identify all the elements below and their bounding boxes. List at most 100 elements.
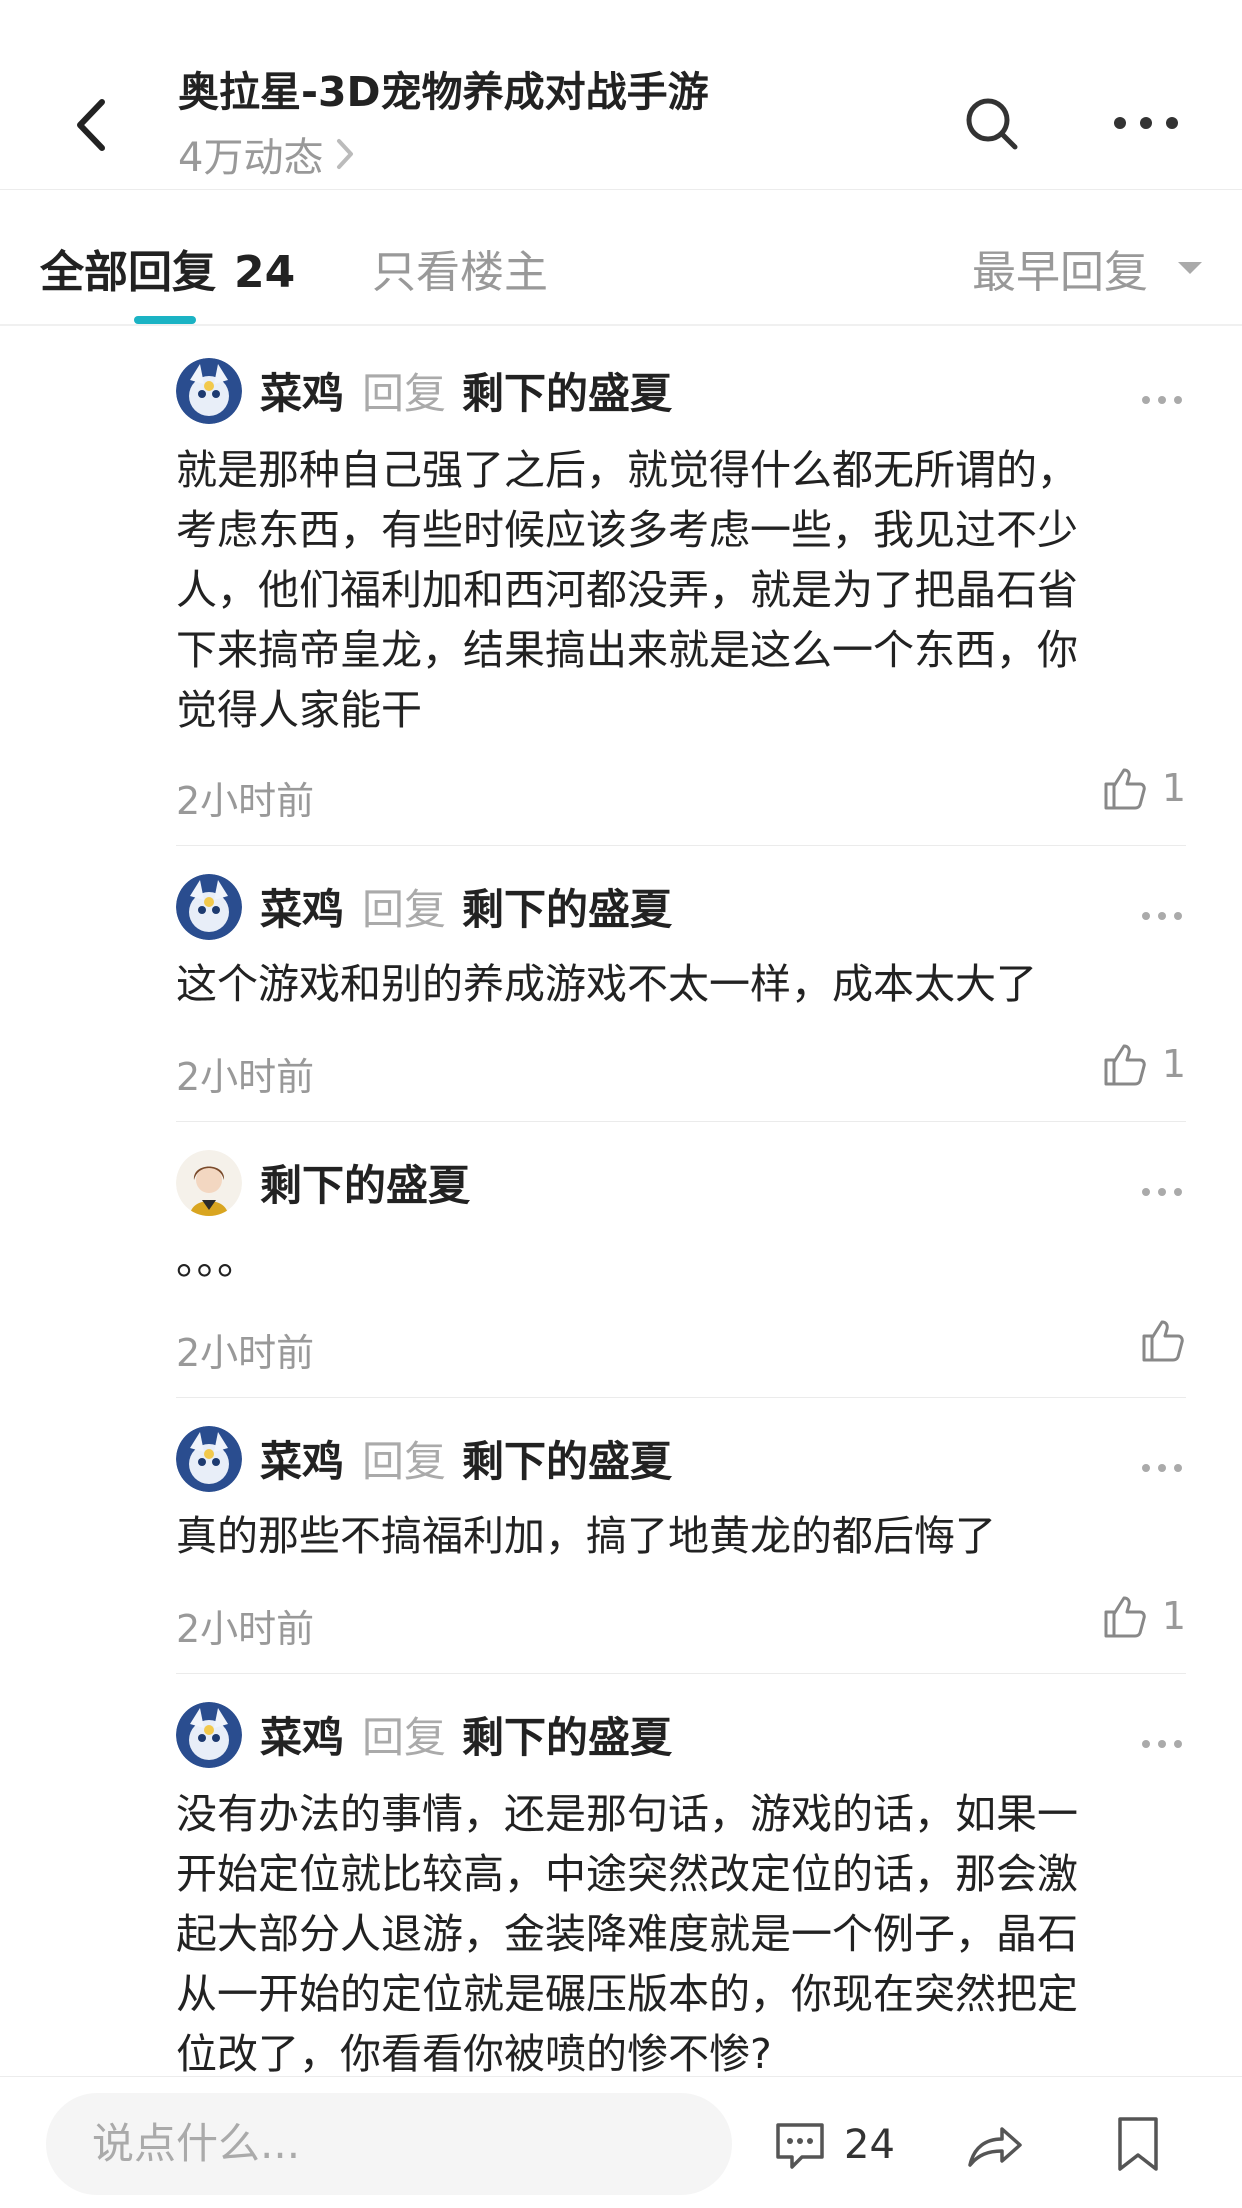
reply-content: 这个游戏和别的养成游戏不太一样，成本太大了 [176, 954, 1186, 1014]
reply-word: 回复 [362, 885, 447, 934]
page-title[interactable]: 奥拉星-3D宠物养成对战手游 [178, 58, 709, 118]
reply-header: 菜鸡 回复 剩下的盛夏 [260, 1704, 672, 1765]
reply-content-line: 考虑东西，有些时候应该多考虑一些，我见过不少 [176, 506, 1078, 554]
reply-content-line: 就是那种自己强了之后，就觉得什么都无所谓的， [176, 446, 1078, 494]
like-button[interactable]: 1 [1100, 1592, 1186, 1640]
username[interactable]: 菜鸡 [260, 1428, 344, 1489]
username[interactable]: 菜鸡 [260, 360, 344, 421]
more-dots-icon[interactable] [1140, 1738, 1184, 1750]
bottom-action-bar: 说点什么... 24 [0, 2076, 1242, 2208]
reply-content-line: 真的那些不搞福利加，搞了地黄龙的都后悔了 [176, 1512, 996, 1560]
sort-dropdown[interactable]: 最早回复 [972, 236, 1202, 300]
top-header: 奥拉星-3D宠物养成对战手游 4万动态 [0, 0, 1242, 190]
search-icon [966, 98, 1018, 150]
search-button[interactable] [964, 96, 1020, 152]
comment-count: 24 [844, 2122, 895, 2168]
tab-owner-only[interactable]: 只看楼主 [372, 236, 548, 300]
thumbs-up-icon [1104, 768, 1146, 810]
thumbs-up-icon [1104, 1044, 1146, 1086]
bookmark-button[interactable] [1114, 2115, 1162, 2173]
active-tab-indicator [134, 316, 196, 324]
reply-word: 回复 [362, 1713, 447, 1762]
reply-content-line: 从一开始的定位就是碾压版本的，你现在突然把定 [176, 1970, 1078, 2018]
reply-target-user[interactable]: 剩下的盛夏 [462, 1428, 672, 1489]
reply-target-user[interactable]: 剩下的盛夏 [462, 876, 672, 937]
reply-item: 菜鸡 回复 剩下的盛夏 没有办法的事情，还是那句话，游戏的话，如果一 开始定位就… [176, 1696, 1186, 2078]
thumbs-up-icon [1142, 1320, 1184, 1362]
reply-header: 剩下的盛夏 [260, 1152, 470, 1213]
like-button[interactable]: 1 [1100, 1040, 1186, 1088]
reply-content: 。。。 [176, 1230, 1186, 1290]
like-button[interactable] [1138, 1316, 1186, 1364]
avatar-pet-image [176, 358, 242, 424]
avatar-character-image [176, 1150, 242, 1216]
sort-label: 最早回复 [972, 247, 1148, 298]
avatar[interactable] [176, 1426, 242, 1492]
reply-header: 菜鸡 回复 剩下的盛夏 [260, 1428, 672, 1489]
share-button[interactable] [964, 2117, 1024, 2171]
back-button[interactable] [60, 90, 130, 160]
avatar[interactable] [176, 1702, 242, 1768]
reply-time: 2小时前 [176, 1055, 315, 1099]
like-count: 1 [1161, 766, 1186, 810]
reply-target-user[interactable]: 剩下的盛夏 [462, 360, 672, 421]
bookmark-icon [1118, 2117, 1158, 2171]
reply-content-line: 。。。 [176, 1236, 258, 1284]
dynamics-link[interactable]: 4万动态 [178, 125, 355, 183]
reply-word: 回复 [362, 1437, 447, 1486]
more-dots-icon[interactable] [1140, 1186, 1184, 1198]
back-arrow-icon [77, 99, 105, 151]
reply-word: 回复 [362, 369, 447, 418]
reply-content-line: 开始定位就比较高，中途突然改定位的话，那会激 [176, 1850, 1078, 1898]
like-count: 1 [1161, 1042, 1186, 1086]
reply-content-line: 觉得人家能干 [176, 686, 422, 734]
thumbs-up-icon [1104, 1596, 1146, 1638]
more-dots-icon [1114, 117, 1178, 129]
reply-content: 真的那些不搞福利加，搞了地黄龙的都后悔了 [176, 1506, 1186, 1566]
reply-item: 剩下的盛夏 。。。 2小时前 [176, 1144, 1186, 1398]
reply-content-line: 没有办法的事情，还是那句话，游戏的话，如果一 [176, 1790, 1078, 1838]
like-count: 1 [1161, 1594, 1186, 1638]
username[interactable]: 剩下的盛夏 [260, 1152, 470, 1213]
reply-item: 菜鸡 回复 剩下的盛夏 真的那些不搞福利加，搞了地黄龙的都后悔了 2小时前 1 [176, 1420, 1186, 1674]
avatar[interactable] [176, 358, 242, 424]
more-dots-icon[interactable] [1140, 394, 1184, 406]
avatar[interactable] [176, 874, 242, 940]
reply-time: 2小时前 [176, 1331, 315, 1375]
more-dots-icon[interactable] [1140, 910, 1184, 922]
reply-content-line: 位改了，你看看你被喷的惨不惨? [176, 2030, 772, 2078]
reply-header: 菜鸡 回复 剩下的盛夏 [260, 360, 672, 421]
comment-input[interactable]: 说点什么... [46, 2093, 732, 2195]
share-icon [968, 2127, 1022, 2167]
tab-all-replies[interactable]: 全部回复 24 [40, 236, 295, 300]
avatar-pet-image [176, 1426, 242, 1492]
reply-content-line: 这个游戏和别的养成游戏不太一样，成本太大了 [176, 960, 1037, 1008]
avatar-pet-image [176, 1702, 242, 1768]
reply-header: 菜鸡 回复 剩下的盛夏 [260, 876, 672, 937]
more-button[interactable] [1112, 108, 1180, 138]
reply-item: 菜鸡 回复 剩下的盛夏 这个游戏和别的养成游戏不太一样，成本太大了 2小时前 1 [176, 868, 1186, 1122]
tab-all-label: 全部回复 [40, 247, 216, 298]
reply-content-line: 人，他们福利加和西河都没弄，就是为了把晶石省 [176, 566, 1078, 614]
reply-filter-tabs: 全部回复 24 只看楼主 最早回复 [0, 190, 1242, 326]
comments-button[interactable]: 24 [772, 2117, 895, 2173]
reply-target-user[interactable]: 剩下的盛夏 [462, 1704, 672, 1765]
username[interactable]: 菜鸡 [260, 1704, 344, 1765]
dynamics-count: 4万动态 [178, 135, 324, 181]
reply-content-line: 起大部分人退游，金装降难度就是一个例子，晶石 [176, 1910, 1078, 1958]
reply-count: 24 [234, 247, 296, 298]
chevron-right-icon [337, 139, 354, 169]
comment-icon [776, 2123, 824, 2169]
reply-time: 2小时前 [176, 779, 315, 823]
reply-time: 2小时前 [176, 1607, 315, 1651]
caret-down-icon [1178, 262, 1202, 274]
avatar-pet-image [176, 874, 242, 940]
reply-content: 就是那种自己强了之后，就觉得什么都无所谓的， 考虑东西，有些时候应该多考虑一些，… [176, 440, 1186, 740]
username[interactable]: 菜鸡 [260, 876, 344, 937]
more-dots-icon[interactable] [1140, 1462, 1184, 1474]
reply-content-line: 下来搞帝皇龙，结果搞出来就是这么一个东西，你 [176, 626, 1078, 674]
reply-content: 没有办法的事情，还是那句话，游戏的话，如果一 开始定位就比较高，中途突然改定位的… [176, 1784, 1186, 2084]
avatar[interactable] [176, 1150, 242, 1216]
reply-item: 菜鸡 回复 剩下的盛夏 就是那种自己强了之后，就觉得什么都无所谓的， 考虑东西，… [176, 352, 1186, 846]
like-button[interactable]: 1 [1100, 764, 1186, 812]
